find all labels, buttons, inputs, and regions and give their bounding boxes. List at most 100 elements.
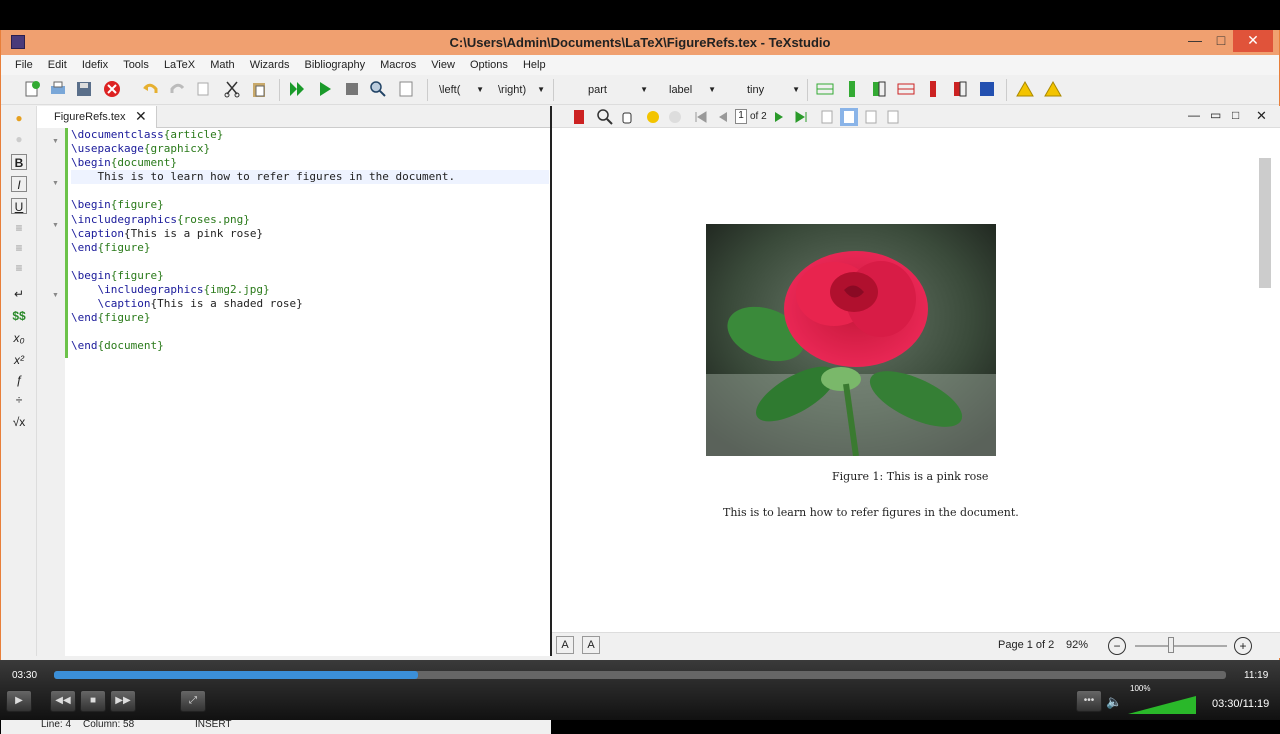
menu-tools[interactable]: Tools	[117, 55, 155, 75]
math-mode-icon[interactable]: $$	[11, 308, 27, 324]
hand-icon[interactable]	[618, 108, 636, 126]
code-line[interactable]: \documentclass{article}	[71, 128, 549, 142]
warning-icon[interactable]	[1016, 80, 1034, 98]
menu-latex[interactable]: LaTeX	[158, 55, 201, 75]
left-delimiter-select[interactable]: \left(▼	[439, 80, 484, 100]
code-line[interactable]: \caption{This is a shaded rose}	[71, 297, 549, 311]
code-line[interactable]	[71, 184, 549, 198]
play-button[interactable]: ▶	[6, 690, 32, 712]
build-view-icon[interactable]	[288, 80, 306, 98]
settings-button[interactable]: •••	[1076, 690, 1102, 712]
close-button[interactable]: ✕	[1233, 30, 1273, 52]
continuous-icon[interactable]	[884, 108, 902, 126]
first-page-icon[interactable]	[692, 108, 710, 126]
zoom-slider[interactable]	[1135, 645, 1227, 647]
code-line[interactable]: \begin{document}	[71, 156, 549, 170]
zoom-out-icon[interactable]: −	[1108, 637, 1126, 655]
fold-icon[interactable]: ▼	[52, 222, 59, 229]
bold-icon[interactable]: B	[11, 154, 27, 170]
viewer-maximize-icon[interactable]: □	[1232, 108, 1239, 122]
table-delete-icon[interactable]	[951, 80, 969, 98]
font-smaller-icon[interactable]: A	[582, 636, 600, 654]
viewer-scrollbar-thumb[interactable]	[1259, 158, 1271, 288]
menu-idefix[interactable]: Idefix	[76, 55, 114, 75]
skip-back-button[interactable]: ◀◀	[50, 690, 76, 712]
code-line[interactable]: \end{document}	[71, 339, 549, 353]
next-page-icon[interactable]	[770, 108, 788, 126]
code-line[interactable]: \includegraphics{img2.jpg}	[71, 283, 549, 297]
structure-select[interactable]: part ▼	[588, 80, 648, 100]
redo-icon[interactable]	[169, 80, 187, 98]
view-pdf-icon[interactable]	[369, 80, 387, 98]
stop-button[interactable]: ■	[80, 690, 106, 712]
skip-forward-button[interactable]: ▶▶	[110, 690, 136, 712]
pdf-icon[interactable]	[570, 108, 588, 126]
newline-icon[interactable]: ↵	[11, 286, 27, 302]
seek-bar[interactable]	[54, 671, 1226, 679]
menu-math[interactable]: Math	[204, 55, 240, 75]
align-right-icon[interactable]: ≡	[11, 260, 27, 276]
compile-icon[interactable]	[316, 80, 334, 98]
rotate-icon[interactable]	[818, 108, 836, 126]
code-line[interactable]	[71, 325, 549, 339]
close-icon[interactable]: ✕	[135, 108, 147, 125]
undo-icon[interactable]	[141, 80, 159, 98]
minimize-button[interactable]: —	[1181, 30, 1209, 52]
menu-macros[interactable]: Macros	[374, 55, 422, 75]
fullscreen-button[interactable]: ⤢	[180, 690, 206, 712]
zoom-slider-handle[interactable]	[1168, 637, 1174, 653]
forward-icon[interactable]	[666, 108, 684, 126]
menu-view[interactable]: View	[425, 55, 461, 75]
fit-page-icon[interactable]	[840, 108, 858, 126]
page-number-input[interactable]: 1	[735, 109, 747, 124]
image-icon[interactable]	[397, 80, 415, 98]
code-line[interactable]: \end{figure}	[71, 311, 549, 325]
sidebar-icon[interactable]: ●	[11, 110, 27, 126]
code-line[interactable]: \begin{figure}	[71, 269, 549, 283]
code-editor[interactable]: \documentclass{article} \usepackage{graph…	[71, 128, 549, 354]
save-icon[interactable]	[75, 80, 93, 98]
table-add-col-icon[interactable]	[843, 80, 861, 98]
zoom-in-icon[interactable]: +	[1234, 637, 1252, 655]
subscript-icon[interactable]: x₀	[11, 330, 27, 346]
code-line[interactable]	[71, 255, 549, 269]
cut-icon[interactable]	[223, 80, 241, 98]
menu-edit[interactable]: Edit	[42, 55, 73, 75]
zoom-level[interactable]: 92%	[1066, 639, 1088, 651]
fit-width-icon[interactable]	[862, 108, 880, 126]
underline-icon[interactable]: U	[11, 198, 27, 214]
close-doc-icon[interactable]	[103, 80, 121, 98]
fold-icon[interactable]: ▼	[52, 138, 59, 145]
last-page-icon[interactable]	[792, 108, 810, 126]
menu-wizards[interactable]: Wizards	[244, 55, 296, 75]
prev-page-icon[interactable]	[714, 108, 732, 126]
table-align-icon[interactable]	[978, 80, 996, 98]
new-file-icon[interactable]	[23, 80, 41, 98]
copy-icon[interactable]	[195, 80, 213, 98]
fold-icon[interactable]: ▼	[52, 292, 59, 299]
viewer-close-icon[interactable]: ✕	[1256, 108, 1267, 124]
code-line[interactable]: This is to learn how to refer figures in…	[71, 170, 549, 185]
fraction-icon[interactable]: ƒ	[11, 372, 27, 388]
fold-icon[interactable]: ▼	[52, 180, 59, 187]
volume-icon[interactable]: 🔈	[1106, 694, 1122, 710]
print-icon[interactable]	[49, 80, 67, 98]
back-icon[interactable]	[644, 108, 662, 126]
menu-options[interactable]: Options	[464, 55, 514, 75]
table-add-row-icon[interactable]	[816, 80, 834, 98]
menu-bibliography[interactable]: Bibliography	[299, 55, 372, 75]
code-line[interactable]: \caption{This is a pink rose}	[71, 227, 549, 241]
maximize-button[interactable]: □	[1207, 30, 1235, 52]
tab-figurerefs[interactable]: FigureRefs.tex ✕	[37, 106, 157, 128]
align-left-icon[interactable]: ≡	[11, 220, 27, 236]
menu-help[interactable]: Help	[517, 55, 552, 75]
zoom-icon[interactable]	[596, 108, 614, 126]
viewer-minimize-icon[interactable]: —	[1188, 108, 1200, 122]
volume-slider[interactable]	[1128, 696, 1196, 714]
table-remove-col-icon[interactable]	[924, 80, 942, 98]
dfrac-icon[interactable]: ÷	[11, 392, 27, 408]
table-col-icon[interactable]	[870, 80, 888, 98]
code-line[interactable]: \usepackage{graphicx}	[71, 142, 549, 156]
code-line[interactable]: \includegraphics{roses.png}	[71, 213, 549, 227]
sqrt-icon[interactable]: √x	[11, 414, 27, 430]
